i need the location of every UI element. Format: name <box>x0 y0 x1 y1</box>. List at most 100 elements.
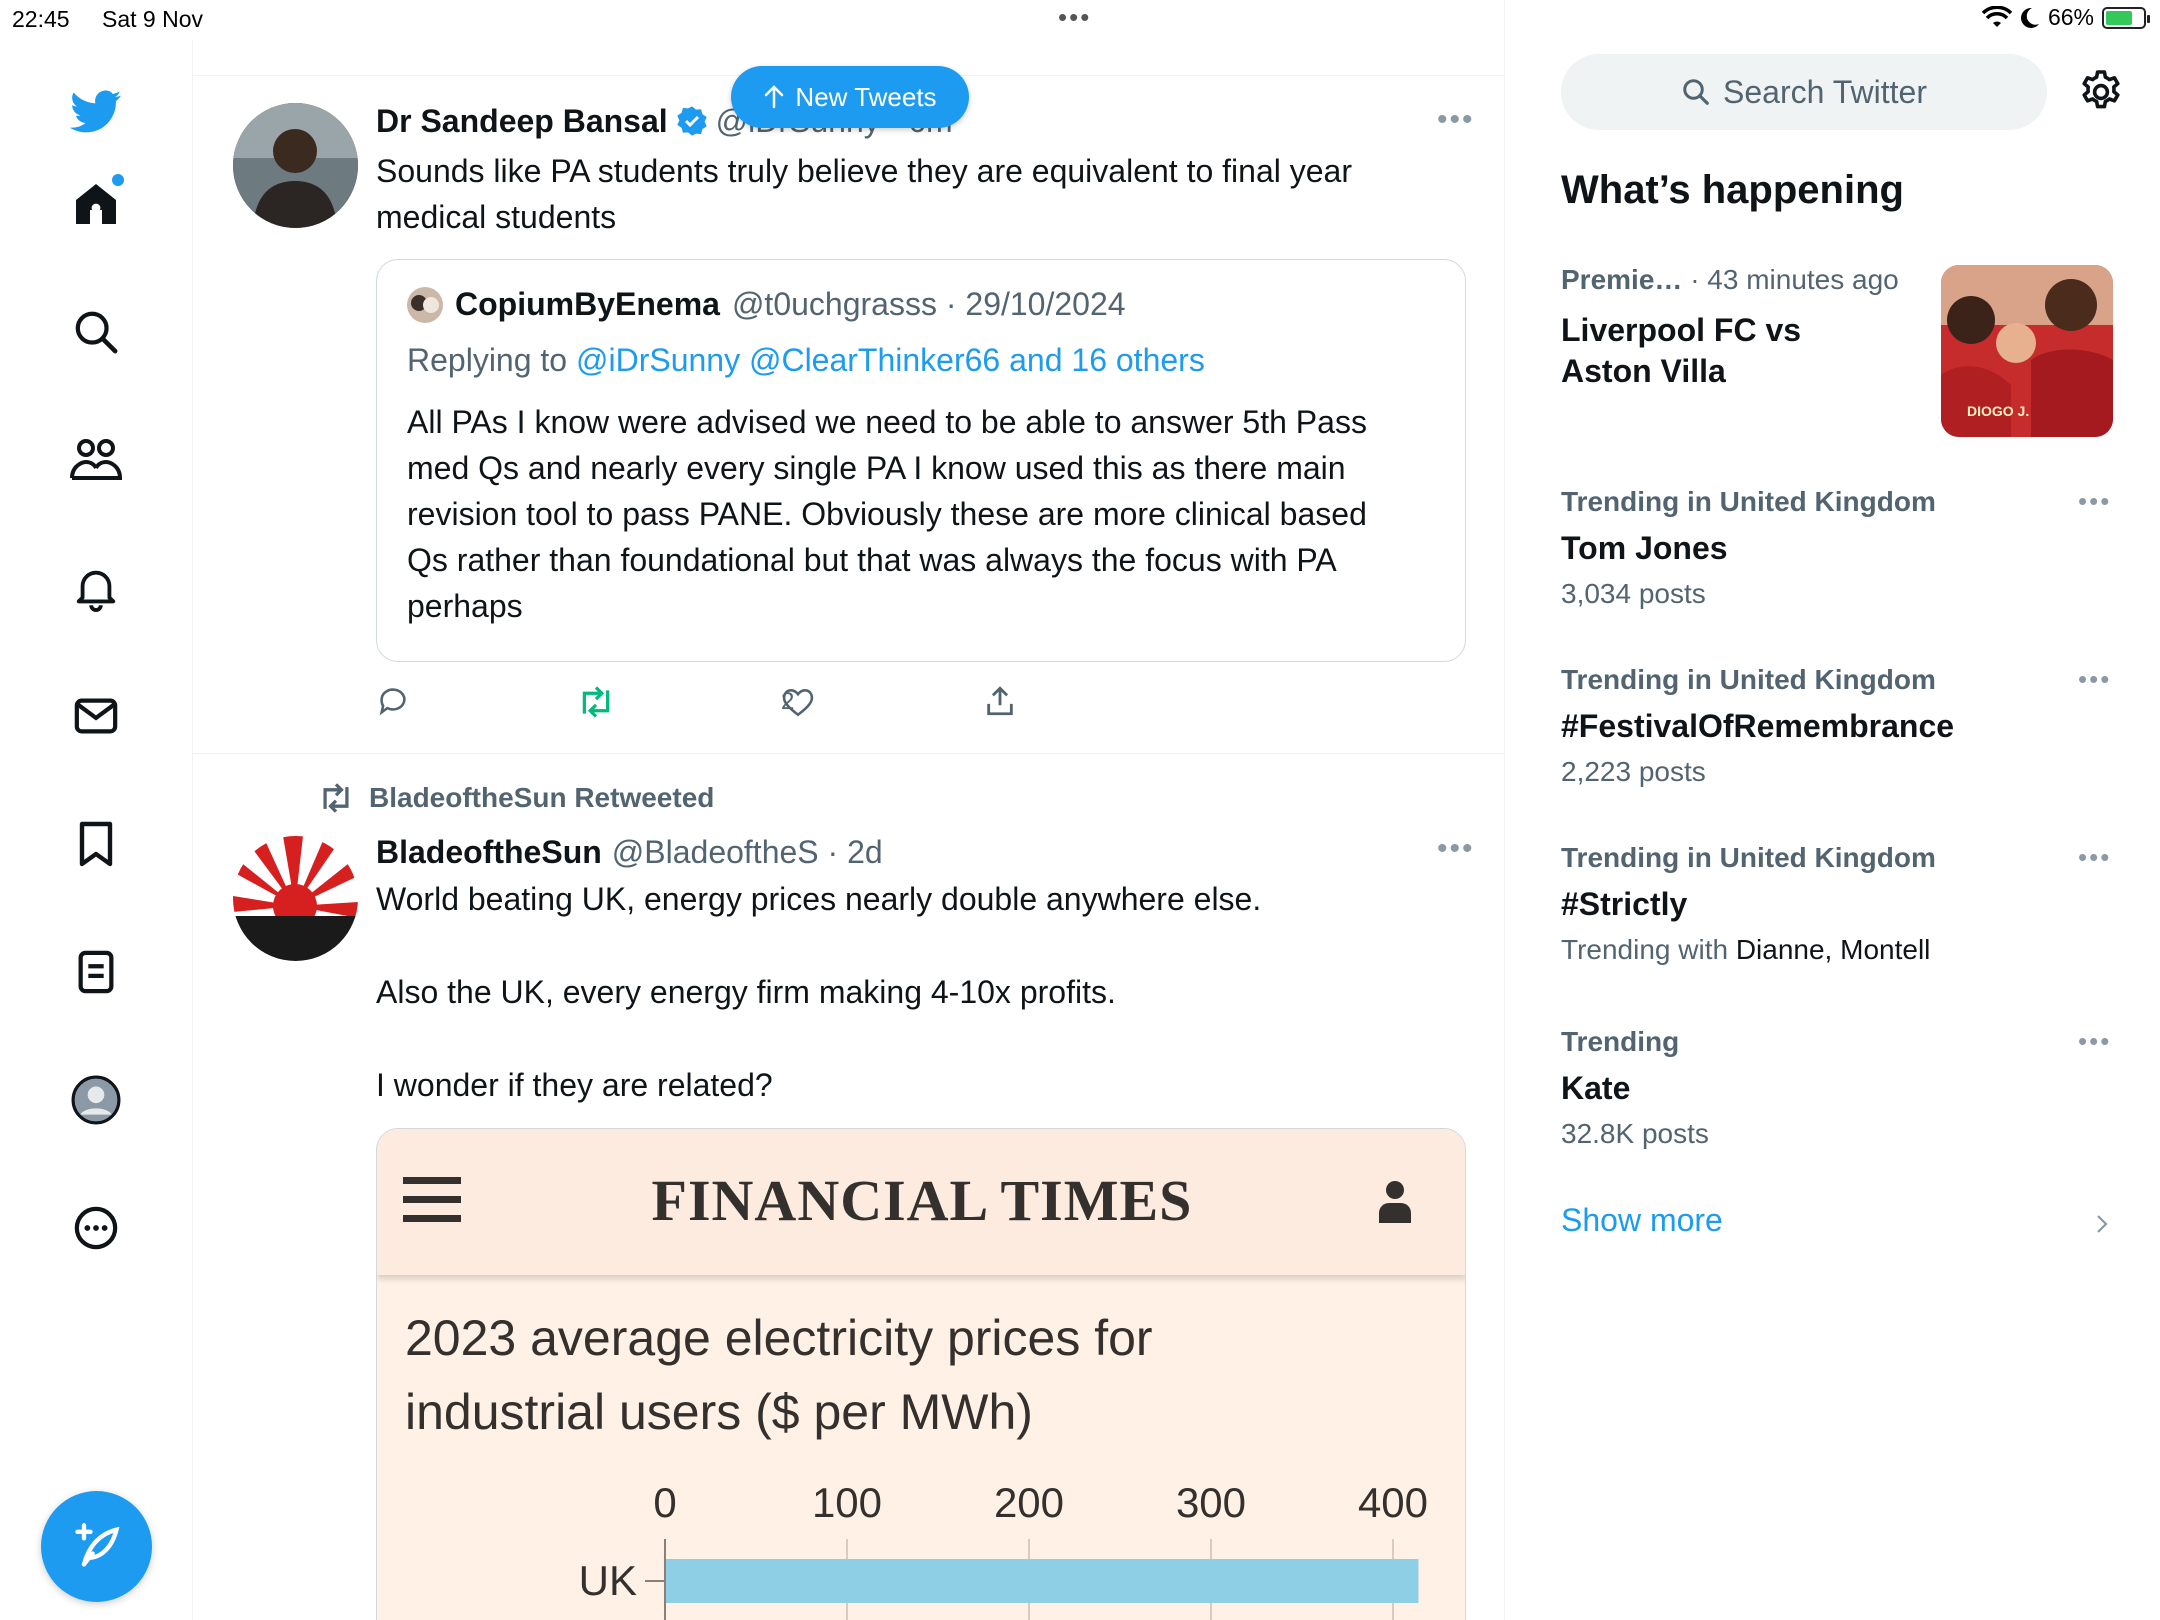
tweet-author-name[interactable]: Dr Sandeep Bansal <box>376 103 668 140</box>
tweet-author-handle[interactable]: @BladeoftheS · 2d <box>612 834 883 871</box>
category-label: UK <box>579 1557 637 1604</box>
avatar-copium[interactable] <box>407 286 443 323</box>
trend-more-icon[interactable]: ••• <box>2078 664 2111 695</box>
retweet-icon[interactable] <box>577 686 615 723</box>
sidebar-nav <box>0 40 193 1620</box>
quote-text-line: perhaps <box>407 588 523 624</box>
tweet-text: Sounds like PA students truly believe th… <box>376 148 1476 240</box>
status-date: Sat 9 Nov <box>102 6 203 32</box>
search-icon[interactable] <box>70 306 122 358</box>
tweet-more-icon[interactable]: ••• <box>1437 832 1475 866</box>
timeline: New Tweets Dr Sandeep Bansal @iDrSunny ·… <box>193 0 1505 1620</box>
news-meta: Premie… · 43 minutes ago <box>1561 264 1899 296</box>
chevron-right-icon <box>2097 1215 2108 1233</box>
news-title: Liverpool FC vs Aston Villa <box>1561 310 1801 392</box>
moon-icon <box>2020 7 2039 28</box>
more-options-icon[interactable] <box>70 1202 122 1254</box>
quote-text-line: med Qs and nearly every single PA I know… <box>407 450 1346 486</box>
lists-icon[interactable] <box>70 946 122 998</box>
tweet-text-line: I wonder if they are related? <box>376 1067 773 1103</box>
arrow-up-icon <box>765 85 784 109</box>
communities-icon[interactable] <box>70 434 122 486</box>
show-more-label: Show more <box>1561 1202 1723 1238</box>
quote-text-line: All PAs I know were advised we need to b… <box>407 404 1367 440</box>
x-tick-label: 200 <box>994 1479 1064 1526</box>
tweet-more-icon[interactable]: ••• <box>1437 103 1475 137</box>
twitter-logo-icon[interactable] <box>70 86 122 138</box>
home-icon[interactable] <box>70 174 124 230</box>
quote-text: All PAs I know were advised we need to b… <box>407 399 1457 629</box>
tweet-text-line: Sounds like PA students truly believe th… <box>376 153 1352 189</box>
home-notification-dot <box>112 174 124 186</box>
trend-meta: Trending in United Kingdom <box>1561 842 1936 873</box>
trend-meta: Trending <box>1561 1026 1680 1057</box>
retweet-context: BladeoftheSun Retweeted <box>317 782 714 814</box>
quote-text-line: revision tool to pass PANE. Obviously th… <box>407 496 1367 532</box>
retweeted-by[interactable]: BladeoftheSun Retweeted <box>369 782 714 814</box>
news-thumbnail-caption: DIOGO J. <box>1967 403 2030 419</box>
replying-to: Replying to @iDrSunny @ClearThinker66 an… <box>407 342 1205 379</box>
trend-more-icon[interactable]: ••• <box>2078 1026 2111 1057</box>
trend-more-icon[interactable]: ••• <box>2078 842 2111 873</box>
whats-happening-title: What’s happening <box>1561 168 1904 212</box>
tweet-text-line: World beating UK, energy prices nearly d… <box>376 881 1262 917</box>
notifications-bell-icon[interactable] <box>70 562 122 614</box>
quote-author-handle[interactable]: @t0uchgrasss · 29/10/2024 <box>732 286 1126 323</box>
trend-meta: Trending in United Kingdom <box>1561 486 1936 517</box>
trend-related-names: Dianne, Montell <box>1735 934 1931 965</box>
wifi-icon <box>1981 5 2012 27</box>
tweet-text-line: medical students <box>376 199 617 235</box>
ft-bar-chart: 0 100 200 300 400 UK <box>579 1479 1428 1620</box>
status-time: 22:45 <box>12 6 70 32</box>
replying-prefix: Replying to <box>407 342 576 378</box>
news-time: · 43 minutes ago <box>1690 264 1899 295</box>
trend-related-prefix: Trending with <box>1561 934 1736 965</box>
tweet-2-header: BladeoftheSun @BladeoftheS · 2d <box>376 829 883 875</box>
news-title-line: Liverpool FC vs <box>1561 312 1802 348</box>
trend-name: #Strictly <box>1561 886 1688 922</box>
news-category: Premie… <box>1561 264 1683 295</box>
messages-envelope-icon[interactable] <box>70 690 122 742</box>
settings-gear-icon[interactable] <box>2077 68 2125 116</box>
trend-name: Tom Jones <box>1561 530 1728 566</box>
replying-to-mentions[interactable]: @iDrSunny @ClearThinker66 and 16 others <box>576 342 1205 378</box>
x-tick-label: 400 <box>1358 1479 1428 1526</box>
tweet-image-ft-chart[interactable]: FINANCIAL TIMES 2023 average electricity… <box>376 1128 1466 1620</box>
trend-name: Kate <box>1561 1070 1631 1106</box>
chart-title-line: industrial users ($ per MWh) <box>405 1384 1033 1440</box>
reply-icon[interactable] <box>376 684 410 723</box>
tweet-divider <box>193 753 1505 754</box>
like-count: 2 <box>781 688 795 715</box>
chart-title-line: 2023 average electricity prices for <box>405 1310 1153 1366</box>
tweet-text-line: Also the UK, every energy firm making 4-… <box>376 974 1116 1010</box>
trend-post-count: 32.8K posts <box>1561 1118 1709 1149</box>
x-tick-label: 100 <box>812 1479 882 1526</box>
like-button[interactable]: 2 <box>781 686 815 718</box>
trend-more-icon[interactable]: ••• <box>2078 486 2111 517</box>
new-tweets-button[interactable]: New Tweets <box>731 66 969 128</box>
trend-related: Trending with Dianne, Montell <box>1561 934 1930 966</box>
compose-tweet-button[interactable] <box>41 1491 152 1602</box>
share-icon[interactable] <box>983 684 1017 723</box>
trend-name: #FestivalOfRemembrance <box>1561 708 1955 744</box>
quote-author-name[interactable]: CopiumByEnema <box>455 286 720 323</box>
battery-percent: 66% <box>2047 4 2094 30</box>
avatar-bladeofthesun[interactable] <box>233 836 358 961</box>
tweet-text: World beating UK, energy prices nearly d… <box>376 876 1476 1108</box>
status-right: 66% <box>1981 4 2150 31</box>
avatar-sandeep[interactable] <box>233 103 358 228</box>
bookmark-icon[interactable] <box>70 818 122 870</box>
ft-user-icon <box>1379 1181 1411 1223</box>
search-input[interactable]: Search Twitter <box>1561 54 2047 130</box>
ft-publication-name: FINANCIAL TIMES <box>651 1168 1193 1233</box>
tweet-author-name[interactable]: BladeoftheSun <box>376 834 602 871</box>
profile-avatar-icon[interactable] <box>70 1074 122 1126</box>
quoted-tweet[interactable]: CopiumByEnema @t0uchgrasss · 29/10/2024 … <box>376 259 1466 662</box>
news-thumbnail: DIOGO J. <box>1941 265 2113 437</box>
right-column: Search Twitter What’s happening Premie… … <box>1505 40 2160 1620</box>
battery-icon <box>2102 6 2150 29</box>
quote-text-line: Qs rather than foundational but that was… <box>407 542 1337 578</box>
search-icon <box>1683 79 1709 105</box>
x-tick-label: 0 <box>653 1479 676 1526</box>
news-title-line: Aston Villa <box>1561 353 1726 389</box>
